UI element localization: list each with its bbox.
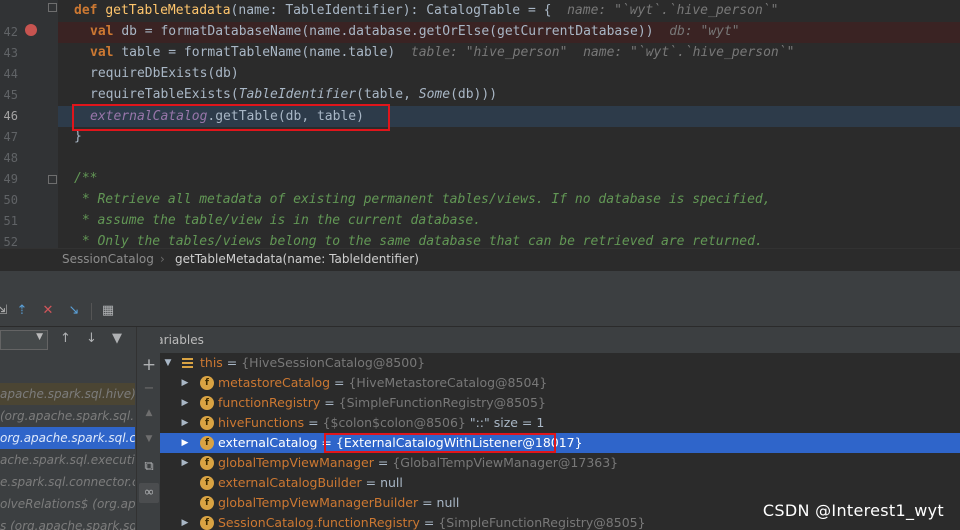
fold-marker-icon[interactable]: [48, 175, 57, 184]
variable-row[interactable]: ▼ this = {HiveSessionCatalog@8500}: [160, 353, 960, 373]
variables-header: Variables: [160, 327, 960, 353]
field-icon: f: [200, 396, 214, 410]
inline-value-hint: db: "wyt": [669, 24, 740, 39]
code-line: requireTableExists(TableIdentifier(table…: [90, 87, 498, 102]
line-number: 51: [3, 214, 18, 228]
watermark: CSDN @Interest1_wyt: [762, 501, 944, 520]
field-icon: f: [200, 476, 214, 490]
line-number: 47: [3, 130, 18, 144]
line-number: 45: [3, 88, 18, 102]
expand-arrow-icon[interactable]: ▶: [180, 373, 190, 393]
move-down-icon[interactable]: ▼: [139, 429, 159, 449]
field-icon: f: [200, 436, 214, 450]
field-icon: f: [200, 416, 214, 430]
breadcrumb-item[interactable]: SessionCatalog: [62, 252, 154, 266]
frame-item[interactable]: (org.apache.spark.sql.: [0, 405, 135, 427]
code-line: def getTableMetadata(name: TableIdentifi…: [74, 3, 779, 18]
code-line: val table = formatTableName(name.table) …: [90, 45, 795, 60]
run-to-cursor-icon[interactable]: ↘: [64, 301, 84, 321]
step-out-icon[interactable]: ⇡: [12, 301, 32, 321]
add-watch-icon[interactable]: +: [139, 355, 159, 375]
field-icon: f: [200, 496, 214, 510]
line-number: 50: [3, 193, 18, 207]
annotation-highlight-box: [72, 104, 390, 131]
variable-row[interactable]: ▶ f functionRegistry = {SimpleFunctionRe…: [160, 393, 960, 413]
remove-watch-icon[interactable]: −: [139, 379, 159, 399]
variables-tree[interactable]: Variables ▼ this = {HiveSessionCatalog@8…: [160, 327, 960, 530]
code-line: /**: [74, 171, 98, 186]
evaluate-expression-icon[interactable]: ▦: [98, 301, 118, 321]
frame-item[interactable]: apache.spark.sql.hive): [0, 383, 135, 405]
fold-marker-icon[interactable]: [48, 3, 57, 12]
thread-select[interactable]: ▼: [0, 330, 48, 350]
debug-panel: ⇲ ⇡ ✕ ↘ ▦ ▼ ↑ ↓ ▼ apache.spark.sql.hive)…: [0, 297, 960, 530]
frame-item-selected[interactable]: org.apache.spark.sql.cat: [0, 427, 135, 449]
expand-arrow-icon[interactable]: ▶: [180, 453, 190, 473]
step-icon[interactable]: ⇲: [0, 301, 12, 321]
expand-arrow-icon[interactable]: ▶: [180, 513, 190, 530]
code-line: * Retrieve all metadata of existing perm…: [74, 192, 771, 207]
variable-row-selected[interactable]: ▶ f externalCatalog = {ExternalCatalogWi…: [160, 433, 960, 453]
breadcrumb: SessionCatalog › getTableMetadata(name: …: [0, 248, 960, 271]
glasses-icon[interactable]: ∞: [139, 483, 159, 503]
variable-row[interactable]: ▶ f hiveFunctions = {$colon$colon@8506} …: [160, 413, 960, 433]
frame-item[interactable]: e.spark.sql.connector.ca: [0, 471, 135, 493]
panel-divider: [0, 271, 960, 297]
frames-header: ▼ ↑ ↓ ▼: [0, 327, 135, 353]
debug-toolbar: ⇲ ⇡ ✕ ↘ ▦: [0, 297, 960, 327]
frame-item[interactable]: ache.spark.sql.execution.: [0, 449, 135, 471]
code-line: requireDbExists(db): [90, 66, 239, 81]
expand-arrow-icon[interactable]: ▶: [180, 393, 190, 413]
code-editor[interactable]: 42 43 44 45 46 47 48 49 50 51 52 def get…: [0, 0, 960, 248]
breadcrumb-item[interactable]: getTableMetadata(name: TableIdentifier): [175, 252, 419, 266]
line-number: 48: [3, 151, 18, 165]
line-number: 52: [3, 235, 18, 248]
list-icon: [182, 358, 193, 368]
frame-item[interactable]: s (org.apache.spark.sql: [0, 515, 135, 530]
variable-row[interactable]: ▶ f metastoreCatalog = {HiveMetastoreCat…: [160, 373, 960, 393]
filter-icon[interactable]: ▼: [112, 331, 122, 346]
move-up-icon[interactable]: ▲: [139, 403, 159, 423]
line-number: 46: [3, 109, 18, 123]
line-number: 44: [3, 67, 18, 81]
code-line: * assume the table/view is in the curren…: [74, 213, 481, 228]
field-icon: f: [200, 516, 214, 530]
frame-item[interactable]: olveRelations$ (org.apa: [0, 493, 135, 515]
drop-frame-icon[interactable]: ✕: [38, 301, 58, 321]
breadcrumb-separator-icon: ›: [160, 252, 165, 266]
breakpoint-icon[interactable]: [25, 24, 37, 36]
line-number: 42: [3, 25, 18, 39]
expand-arrow-icon[interactable]: ▶: [180, 433, 190, 453]
inline-value-hint: name: "`wyt`.`hive_person`": [567, 3, 779, 18]
copy-icon[interactable]: ⧉: [139, 457, 159, 477]
inline-value-hint: table: "hive_person" name: "`wyt`.`hive_…: [410, 45, 795, 60]
toolbar-separator: [91, 303, 92, 320]
expand-arrow-icon[interactable]: ▶: [180, 413, 190, 433]
variables-sidebar: + − ▲ ▼ ⧉ ∞: [136, 327, 161, 530]
up-arrow-icon[interactable]: ↑: [60, 331, 71, 346]
code-line: * Only the tables/views belong to the sa…: [74, 234, 763, 248]
down-arrow-icon[interactable]: ↓: [86, 331, 97, 346]
line-number: 43: [3, 46, 18, 60]
field-icon: f: [200, 376, 214, 390]
frames-list[interactable]: ▼ ↑ ↓ ▼ apache.spark.sql.hive) (org.apac…: [0, 327, 135, 530]
annotation-highlight-box: [324, 433, 556, 453]
line-number: 49: [3, 172, 18, 186]
variable-row[interactable]: ▶ f globalTempViewManager = {GlobalTempV…: [160, 453, 960, 473]
code-line: val db = formatDatabaseName(name.databas…: [90, 24, 740, 39]
expand-arrow-icon[interactable]: ▼: [163, 353, 173, 373]
variable-row[interactable]: f externalCatalogBuilder = null: [160, 473, 960, 493]
field-icon: f: [200, 456, 214, 470]
